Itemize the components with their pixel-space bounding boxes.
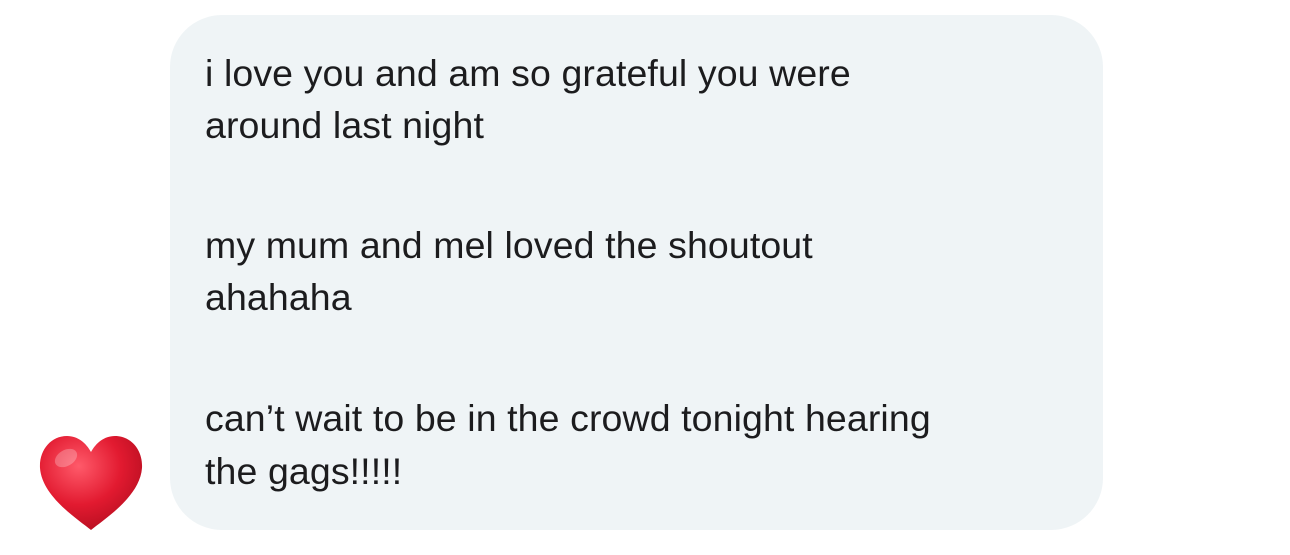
message-text-line: the gags!!!!! [205,450,403,492]
message-text-line: can’t wait to be in the crowd tonight he… [205,397,931,439]
message-text-line: ahahaha [205,276,352,318]
heart-reaction[interactable] [36,430,146,540]
message-text-line: around last night [205,104,484,146]
chat-thread: i love you and am so grateful you were a… [0,0,1290,555]
message-bubble[interactable]: i love you and am so grateful you were a… [170,15,1103,530]
message-text-line: my mum and mel loved the shoutout [205,224,813,266]
message-text-line: i love you and am so grateful you were [205,52,851,94]
red-heart-icon [39,436,143,530]
